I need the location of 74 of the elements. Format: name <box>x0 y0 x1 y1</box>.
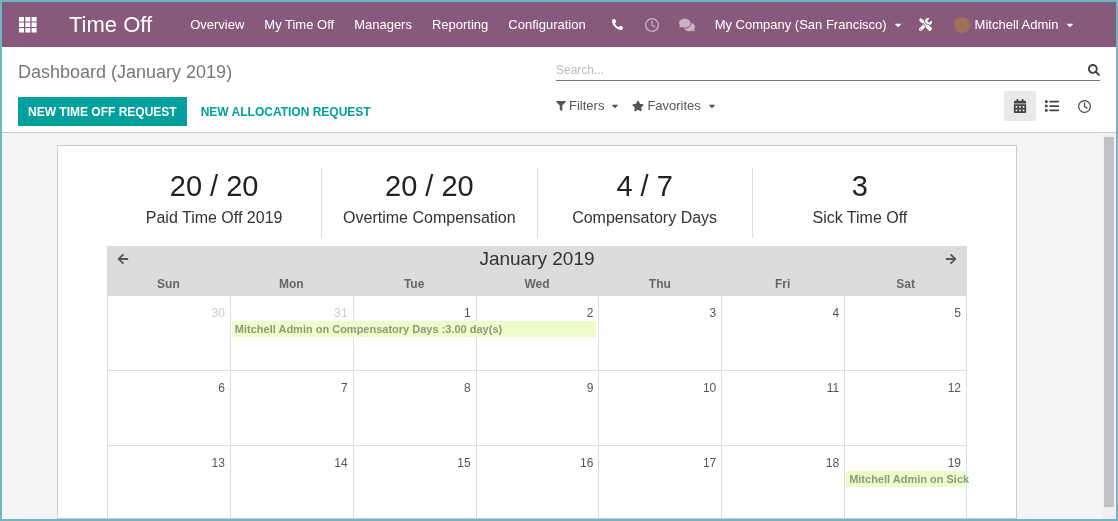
weekday-label: Sat <box>895 276 916 293</box>
summary-value: 4 / 7 <box>616 169 673 204</box>
day-number: 1 <box>463 306 471 320</box>
summary-label: Overtime Compensation <box>343 208 516 228</box>
summary-label: Sick Time Off <box>812 208 908 228</box>
day-number: 13 <box>211 456 225 470</box>
weekday-label: Fri <box>774 276 792 293</box>
day-number: 5 <box>954 306 961 320</box>
search-icon <box>1088 63 1100 76</box>
breadcrumb-title: Dashboard (January 2019) <box>18 61 234 84</box>
view-switch-button[interactable] <box>1004 91 1036 121</box>
summary-value: 3 <box>851 169 868 204</box>
search-field[interactable]: Search... <box>556 59 1100 81</box>
weekday-label: Wed <box>523 276 551 293</box>
phone-button[interactable] <box>611 19 623 30</box>
day-number: 16 <box>580 456 594 470</box>
left-arrow-icon <box>117 253 129 265</box>
search-input[interactable]: Search... <box>556 60 1088 79</box>
filter-icon <box>556 101 566 111</box>
user-menu[interactable]: Mitchell Admin <box>953 14 1076 35</box>
month-title: January 2019 <box>478 246 596 271</box>
day-number: 17 <box>702 456 717 470</box>
menu-item[interactable]: Configuration <box>508 14 586 35</box>
day-number: 10 <box>702 381 717 395</box>
clock-icon <box>644 17 659 32</box>
filter-dropdown[interactable]: Favorites <box>632 96 717 116</box>
day-number: 6 <box>218 381 225 395</box>
list-icon <box>1045 99 1059 113</box>
day-number: 4 <box>832 306 840 320</box>
phone-icon <box>611 19 623 30</box>
menu-item[interactable]: Managers <box>354 14 412 35</box>
day-number: 9 <box>586 381 594 395</box>
previous-month-button[interactable] <box>117 253 129 265</box>
weekday-label: Thu <box>647 276 672 293</box>
day-number: 3 <box>709 306 717 320</box>
tools-icon <box>918 18 932 31</box>
day-number: 15 <box>457 456 471 470</box>
day-number: 7 <box>341 381 348 395</box>
chat-button[interactable] <box>678 16 695 33</box>
menu-item[interactable]: Reporting <box>431 14 489 35</box>
activity-button[interactable] <box>644 17 659 32</box>
company-switcher[interactable]: My Company (San Francisco) <box>714 14 903 35</box>
calendar-icon <box>1013 99 1027 113</box>
debug-tools-button[interactable] <box>918 18 932 31</box>
weekday-label: Mon <box>277 276 305 293</box>
menu-item[interactable]: My Time Off <box>264 14 335 35</box>
summary-value: 20 / 20 <box>169 169 259 204</box>
star-icon <box>632 100 645 112</box>
chat-icon <box>678 16 695 33</box>
day-number: 19 <box>947 456 961 470</box>
day-number: 8 <box>463 381 471 395</box>
clock-icon <box>1077 99 1091 113</box>
summary-value: 20 / 20 <box>385 169 474 204</box>
day-number: 11 <box>826 381 840 395</box>
day-number: 18 <box>825 456 840 470</box>
new-allocation-button[interactable]: NEW ALLOCATION REQUEST <box>190 97 381 126</box>
filter-dropdown[interactable]: Filters <box>556 96 621 116</box>
user-name: Mitchell Admin <box>974 15 1059 34</box>
app-title: Time Off <box>69 11 153 39</box>
apps-grid-icon <box>19 16 37 33</box>
summary-label: Paid Time Off 2019 <box>145 208 283 228</box>
time-off-event[interactable]: Mitchell Admin on Compensatory Days :3.00 day(s) <box>231 321 597 337</box>
apps-menu-button[interactable] <box>18 14 38 35</box>
day-number: 12 <box>947 381 961 395</box>
new-time-off-button[interactable]: NEW TIME OFF REQUEST <box>18 97 187 126</box>
day-number: 14 <box>334 456 348 470</box>
weekday-label: Tue <box>402 276 426 293</box>
scrollbar[interactable] <box>1102 133 1116 519</box>
right-arrow-icon <box>945 253 957 265</box>
day-number: 2 <box>586 306 594 320</box>
weekday-label: Sun <box>156 276 181 293</box>
next-month-button[interactable] <box>945 253 957 265</box>
menu-item[interactable]: Overview <box>190 14 245 35</box>
summary-label: Compensatory Days <box>572 208 718 228</box>
